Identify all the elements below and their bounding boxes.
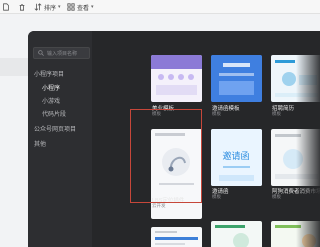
template-card-invitation-template[interactable] [211, 55, 262, 102]
template-card-beauty[interactable] [151, 55, 202, 102]
trash-icon [19, 4, 25, 11]
template-subtitle: 模板 [212, 194, 221, 199]
sidebar-item-miniprogram-project[interactable]: 小程序项目 [28, 69, 92, 78]
grid-view-icon [67, 3, 75, 11]
project-type-sidebar: 输入项目名称 小程序项目 小程序 小游戏 代码片段 公众号网页项目 其他 [28, 31, 92, 247]
sidebar-item-minigame[interactable]: 小游戏 [28, 96, 92, 105]
sidebar-item-official-account-web[interactable]: 公众号网页项目 [28, 124, 92, 133]
sort-label: 排序 [44, 5, 57, 12]
template-card[interactable] [151, 227, 202, 247]
template-subtitle: 云开发 [152, 203, 166, 208]
project-search-input[interactable]: 输入项目名称 [33, 47, 90, 59]
template-thumbnail [151, 55, 202, 95]
template-grid: 美业模板 模板 邀请函模板 模板 招聘简历 模板 LBS定位插件 云开发 邀请函… [92, 31, 320, 247]
template-thumbnail [215, 225, 249, 247]
selection-highlight [130, 109, 202, 203]
underlying-panel [0, 58, 28, 76]
sidebar-item-other[interactable]: 其他 [28, 139, 92, 148]
template-thumbnail [211, 55, 262, 102]
view-button[interactable]: 查看 ▾ [67, 2, 94, 12]
sidebar-item-code-snippet[interactable]: 代码片段 [28, 109, 92, 118]
scroll-fade [296, 31, 320, 247]
sort-icon [34, 3, 42, 11]
search-placeholder: 输入项目名称 [47, 50, 78, 57]
template-thumbnail: 邀请函 [211, 129, 262, 186]
delete-button[interactable] [18, 2, 26, 12]
svg-text:邀请函: 邀请函 [222, 150, 249, 162]
search-icon [38, 50, 44, 56]
template-thumbnail [155, 231, 198, 245]
template-subtitle: 模板 [272, 111, 281, 116]
view-label: 查看 [77, 5, 90, 12]
template-subtitle: 模板 [212, 111, 221, 116]
template-subtitle: 模板 [272, 194, 281, 199]
template-card[interactable] [211, 221, 262, 247]
sort-button[interactable]: 排序 ▾ [34, 2, 61, 12]
sidebar-item-miniprogram[interactable]: 小程序 [28, 83, 92, 92]
chevron-down-icon: ▾ [91, 4, 94, 10]
chevron-down-icon: ▾ [58, 4, 61, 10]
template-card-invitation[interactable]: 邀请函 [211, 129, 262, 186]
top-toolbar: 排序 ▾ 查看 ▾ [0, 0, 320, 14]
document-button[interactable] [2, 2, 10, 12]
document-icon [3, 3, 9, 11]
